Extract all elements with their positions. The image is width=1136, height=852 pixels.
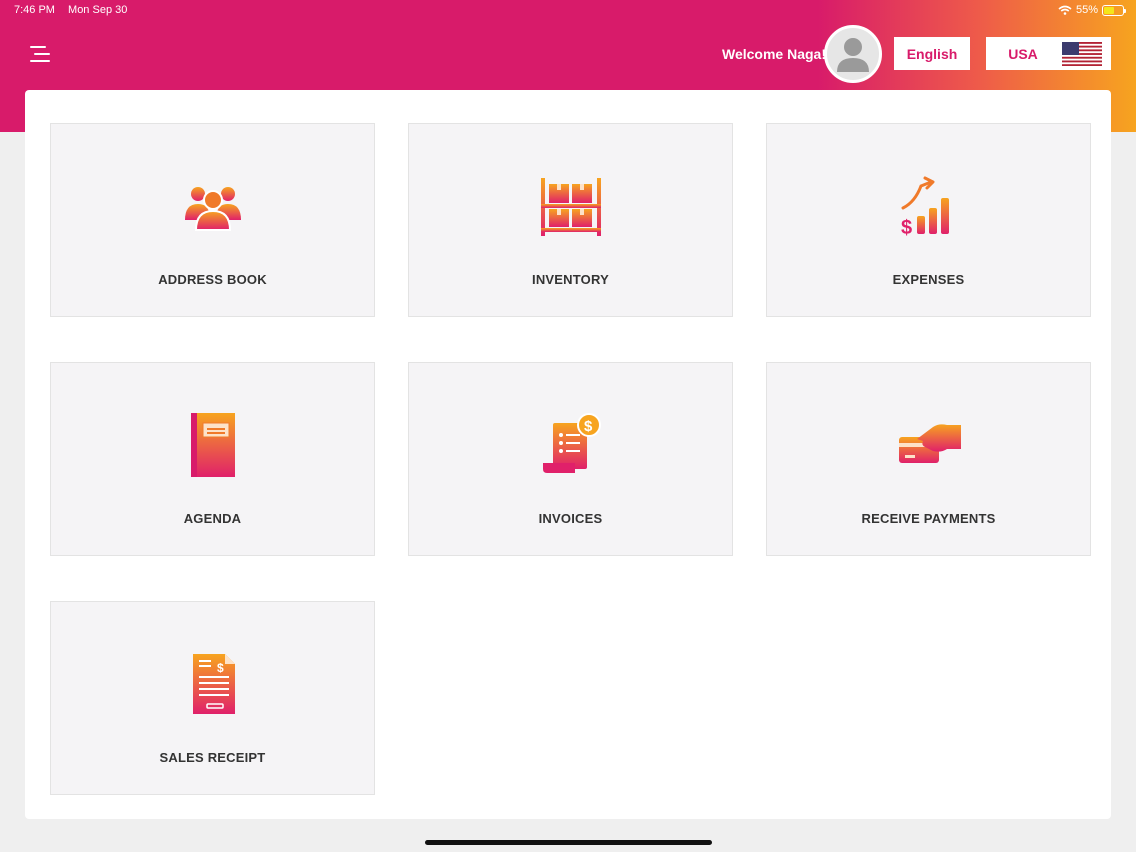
battery-percent: 55% <box>1075 4 1098 16</box>
tile-agenda[interactable]: AGENDA <box>50 362 375 556</box>
avatar[interactable] <box>824 25 882 83</box>
tile-label: AGENDA <box>183 511 242 526</box>
home-indicator[interactable] <box>425 840 712 845</box>
language-button[interactable]: English <box>894 37 970 70</box>
country-label: USA <box>1008 45 1038 62</box>
country-button[interactable]: USA <box>986 37 1111 70</box>
svg-text:$: $ <box>217 661 224 675</box>
svg-text:$: $ <box>584 418 593 435</box>
dashboard-panel: ADDRESS BOOK INVENTORY $ EXPENSES AGENDA… <box>25 90 1111 819</box>
svg-text:$: $ <box>901 217 912 238</box>
tile-label: INVENTORY <box>532 272 609 287</box>
tile-invoices[interactable]: $ INVOICES <box>408 362 733 556</box>
tile-address-book[interactable]: ADDRESS BOOK <box>50 123 375 317</box>
tile-expenses[interactable]: $ EXPENSES <box>766 123 1091 317</box>
tile-label: RECEIVE PAYMENTS <box>861 511 996 526</box>
people-icon <box>185 187 241 231</box>
tile-label: EXPENSES <box>892 272 965 287</box>
receipt-icon: $ <box>193 654 235 714</box>
tile-sales-receipt[interactable]: $ SALES RECEIPT <box>50 601 375 795</box>
battery-icon <box>1102 4 1126 16</box>
tile-label: SALES RECEIPT <box>159 750 266 765</box>
menu-icon[interactable] <box>28 44 52 64</box>
user-icon <box>837 38 869 72</box>
tile-label: ADDRESS BOOK <box>158 272 267 287</box>
shelves-icon <box>541 178 601 236</box>
wifi-icon <box>1058 5 1072 15</box>
status-bar: 7:46 PM Mon Sep 30 55% <box>0 0 1136 20</box>
invoice-icon: $ <box>543 413 601 473</box>
tile-inventory[interactable]: INVENTORY <box>408 123 733 317</box>
card-payment-icon <box>899 424 961 463</box>
welcome-text: Welcome Naga! <box>722 46 826 62</box>
tile-label: INVOICES <box>538 511 603 526</box>
status-time: 7:46 PM <box>14 4 55 16</box>
notebook-icon <box>191 413 235 477</box>
status-date: Mon Sep 30 <box>68 4 128 16</box>
battery-level <box>1104 6 1114 14</box>
us-flag-icon <box>1062 41 1102 66</box>
growth-chart-icon: $ <box>901 176 949 238</box>
tile-receive-payments[interactable]: RECEIVE PAYMENTS <box>766 362 1091 556</box>
